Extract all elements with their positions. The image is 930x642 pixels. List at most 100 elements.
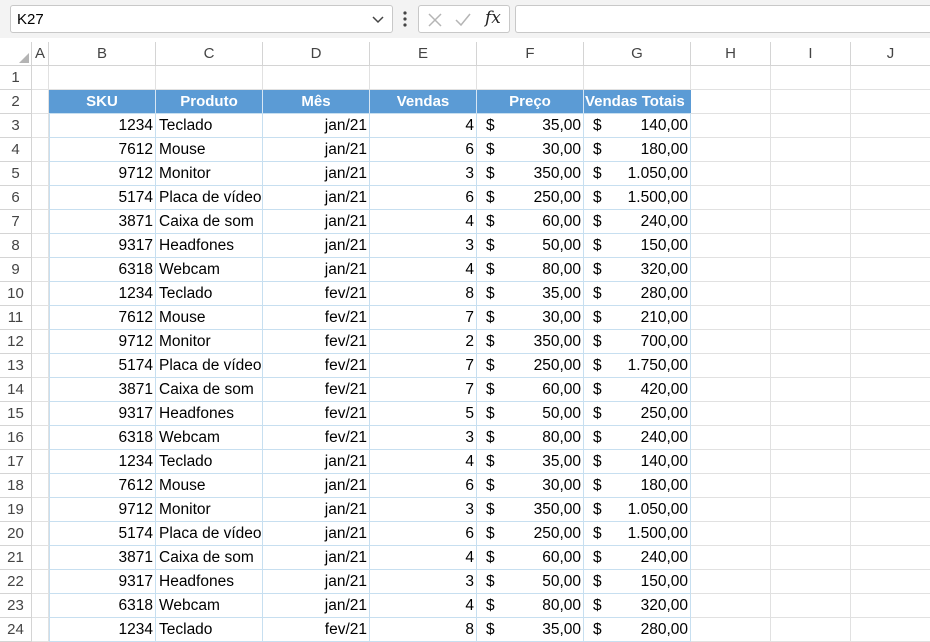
column-header-j[interactable]: J xyxy=(851,42,930,66)
row-header-1[interactable]: 1 xyxy=(0,66,32,90)
sku-cell[interactable]: 3871 xyxy=(49,378,156,402)
column-header-d[interactable]: D xyxy=(263,42,370,66)
column-header-g[interactable]: G xyxy=(584,42,691,66)
column-header-c[interactable]: C xyxy=(156,42,263,66)
month-cell[interactable]: jan/21 xyxy=(263,234,370,258)
row-header-22[interactable]: 22 xyxy=(0,570,32,594)
row-header-5[interactable]: 5 xyxy=(0,162,32,186)
sales-cell[interactable]: 7 xyxy=(370,306,477,330)
month-cell[interactable]: fev/21 xyxy=(263,618,370,642)
month-cell[interactable]: jan/21 xyxy=(263,474,370,498)
product-cell[interactable]: Teclado xyxy=(156,114,263,138)
sku-cell[interactable]: 9317 xyxy=(49,402,156,426)
total-cell[interactable]: 150,00 xyxy=(584,570,691,594)
sku-cell[interactable]: 1234 xyxy=(49,618,156,642)
row-header-7[interactable]: 7 xyxy=(0,210,32,234)
price-cell[interactable]: 35,00 xyxy=(477,282,584,306)
product-cell[interactable]: Mouse xyxy=(156,474,263,498)
price-cell[interactable]: 80,00 xyxy=(477,426,584,450)
sales-cell[interactable]: 7 xyxy=(370,378,477,402)
sales-cell[interactable]: 5 xyxy=(370,402,477,426)
row-header-3[interactable]: 3 xyxy=(0,114,32,138)
sales-cell[interactable]: 4 xyxy=(370,546,477,570)
sales-cell[interactable]: 2 xyxy=(370,330,477,354)
total-cell[interactable]: 320,00 xyxy=(584,258,691,282)
product-cell[interactable]: Teclado xyxy=(156,450,263,474)
chevron-down-icon[interactable] xyxy=(368,9,388,29)
row-header-18[interactable]: 18 xyxy=(0,474,32,498)
table-header-cell[interactable]: Produto xyxy=(156,90,263,114)
table-header-cell[interactable]: Preço xyxy=(477,90,584,114)
column-header-e[interactable]: E xyxy=(370,42,477,66)
sku-cell[interactable]: 9712 xyxy=(49,330,156,354)
month-cell[interactable]: fev/21 xyxy=(263,426,370,450)
product-cell[interactable]: Teclado xyxy=(156,282,263,306)
price-cell[interactable]: 30,00 xyxy=(477,306,584,330)
product-cell[interactable]: Headfones xyxy=(156,570,263,594)
product-cell[interactable]: Caixa de som xyxy=(156,378,263,402)
total-cell[interactable]: 1.050,00 xyxy=(584,162,691,186)
price-cell[interactable]: 80,00 xyxy=(477,594,584,618)
total-cell[interactable]: 180,00 xyxy=(584,138,691,162)
product-cell[interactable]: Mouse xyxy=(156,138,263,162)
product-cell[interactable]: Headfones xyxy=(156,234,263,258)
month-cell[interactable]: jan/21 xyxy=(263,594,370,618)
sales-cell[interactable]: 6 xyxy=(370,522,477,546)
row-header-4[interactable]: 4 xyxy=(0,138,32,162)
table-header-cell[interactable]: Vendas Totais xyxy=(584,90,691,114)
total-cell[interactable]: 140,00 xyxy=(584,114,691,138)
formula-input[interactable] xyxy=(515,5,930,33)
product-cell[interactable]: Caixa de som xyxy=(156,210,263,234)
product-cell[interactable]: Caixa de som xyxy=(156,546,263,570)
month-cell[interactable]: fev/21 xyxy=(263,378,370,402)
row-header-24[interactable]: 24 xyxy=(0,618,32,642)
sku-cell[interactable]: 9712 xyxy=(49,498,156,522)
price-cell[interactable]: 60,00 xyxy=(477,546,584,570)
sales-cell[interactable]: 4 xyxy=(370,210,477,234)
product-cell[interactable]: Webcam xyxy=(156,594,263,618)
total-cell[interactable]: 180,00 xyxy=(584,474,691,498)
sales-cell[interactable]: 4 xyxy=(370,258,477,282)
price-cell[interactable]: 250,00 xyxy=(477,354,584,378)
month-cell[interactable]: jan/21 xyxy=(263,210,370,234)
table-header-cell[interactable]: Vendas xyxy=(370,90,477,114)
month-cell[interactable]: jan/21 xyxy=(263,138,370,162)
total-cell[interactable]: 280,00 xyxy=(584,282,691,306)
total-cell[interactable]: 150,00 xyxy=(584,234,691,258)
column-header-i[interactable]: I xyxy=(771,42,851,66)
total-cell[interactable]: 140,00 xyxy=(584,450,691,474)
sku-cell[interactable]: 5174 xyxy=(49,522,156,546)
price-cell[interactable]: 350,00 xyxy=(477,162,584,186)
sku-cell[interactable]: 3871 xyxy=(49,546,156,570)
row-header-2[interactable]: 2 xyxy=(0,90,32,114)
product-cell[interactable]: Placa de vídeo xyxy=(156,522,263,546)
month-cell[interactable]: jan/21 xyxy=(263,258,370,282)
sales-cell[interactable]: 7 xyxy=(370,354,477,378)
product-cell[interactable]: Mouse xyxy=(156,306,263,330)
total-cell[interactable]: 420,00 xyxy=(584,378,691,402)
sku-cell[interactable]: 5174 xyxy=(49,354,156,378)
product-cell[interactable]: Webcam xyxy=(156,258,263,282)
row-header-14[interactable]: 14 xyxy=(0,378,32,402)
row-header-11[interactable]: 11 xyxy=(0,306,32,330)
column-header-f[interactable]: F xyxy=(477,42,584,66)
sku-cell[interactable]: 9317 xyxy=(49,234,156,258)
price-cell[interactable]: 80,00 xyxy=(477,258,584,282)
sales-cell[interactable]: 4 xyxy=(370,114,477,138)
month-cell[interactable]: fev/21 xyxy=(263,354,370,378)
row-header-9[interactable]: 9 xyxy=(0,258,32,282)
row-header-13[interactable]: 13 xyxy=(0,354,32,378)
price-cell[interactable]: 50,00 xyxy=(477,402,584,426)
sku-cell[interactable]: 3871 xyxy=(49,210,156,234)
sku-cell[interactable]: 6318 xyxy=(49,426,156,450)
sku-cell[interactable]: 7612 xyxy=(49,306,156,330)
total-cell[interactable]: 700,00 xyxy=(584,330,691,354)
column-header-a[interactable]: A xyxy=(32,42,49,66)
row-header-6[interactable]: 6 xyxy=(0,186,32,210)
row-header-12[interactable]: 12 xyxy=(0,330,32,354)
insert-function-button[interactable]: fx xyxy=(485,8,501,28)
price-cell[interactable]: 250,00 xyxy=(477,186,584,210)
total-cell[interactable]: 1.050,00 xyxy=(584,498,691,522)
month-cell[interactable]: jan/21 xyxy=(263,522,370,546)
price-cell[interactable]: 30,00 xyxy=(477,474,584,498)
